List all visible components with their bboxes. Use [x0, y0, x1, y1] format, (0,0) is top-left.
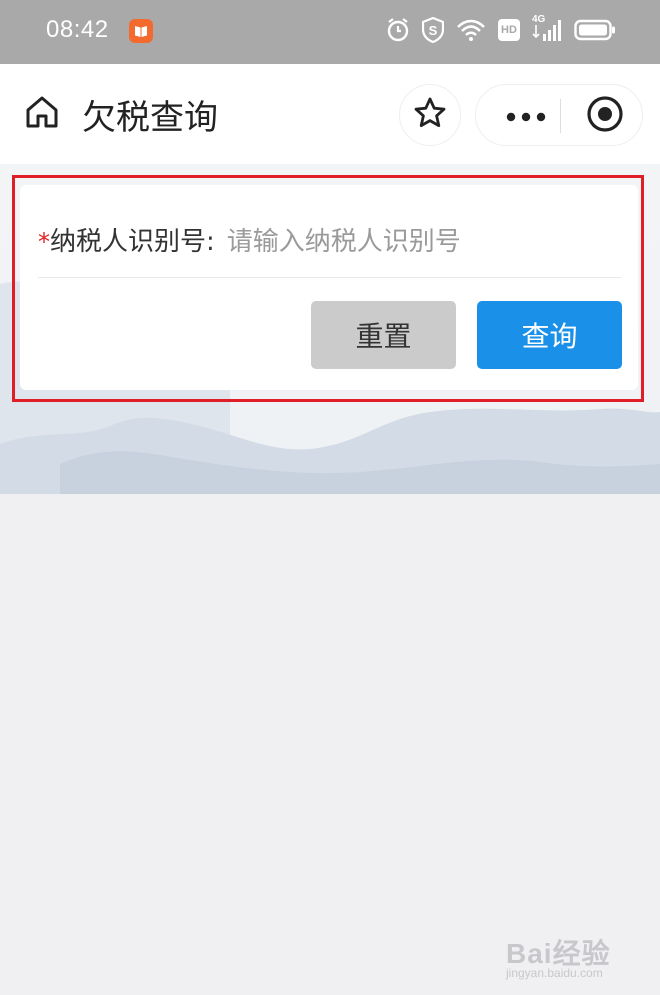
page-title: 欠税查询: [82, 98, 218, 138]
star-icon: [413, 96, 447, 134]
watermark-url: jingyan.baidu.com: [506, 966, 603, 980]
wifi-icon: [456, 18, 486, 42]
status-icons: S HD 4G: [386, 14, 616, 43]
home-icon[interactable]: [24, 94, 60, 130]
more-icon: [506, 107, 546, 126]
field-divider: [38, 277, 621, 278]
capsule-divider: [560, 99, 561, 133]
battery-icon: [574, 18, 616, 42]
taxpayer-id-input[interactable]: [226, 227, 567, 257]
hd-icon: HD: [498, 19, 520, 41]
close-mini-program-icon: [586, 95, 624, 137]
more-button[interactable]: [494, 85, 558, 147]
mini-program-capsule: [475, 84, 643, 146]
app-book-icon: [129, 19, 153, 43]
status-bar: 08:42 S HD 4G: [0, 0, 660, 64]
taxpayer-id-label: 纳税人识别号:: [50, 227, 215, 257]
query-button[interactable]: 查询: [477, 301, 622, 369]
taxpayer-id-row: * 纳税人识别号:: [38, 221, 567, 258]
required-mark: *: [38, 228, 50, 256]
shield-s-icon: S: [422, 17, 444, 43]
favorite-button[interactable]: [399, 84, 461, 146]
status-time: 08:42: [46, 16, 109, 43]
svg-text:S: S: [429, 23, 438, 38]
signal-4g-icon: 4G: [532, 14, 562, 43]
watermark-brand: Bai经验: [506, 938, 611, 969]
close-mini-program-button[interactable]: [574, 85, 636, 147]
watermark: Bai经验 jingyan.baidu.com: [506, 932, 611, 980]
reset-button[interactable]: 重置: [311, 301, 456, 369]
alarm-icon: [386, 17, 410, 43]
query-form-card: * 纳税人识别号: 重置 查询: [20, 185, 638, 390]
nav-bar: 欠税查询: [0, 64, 660, 164]
